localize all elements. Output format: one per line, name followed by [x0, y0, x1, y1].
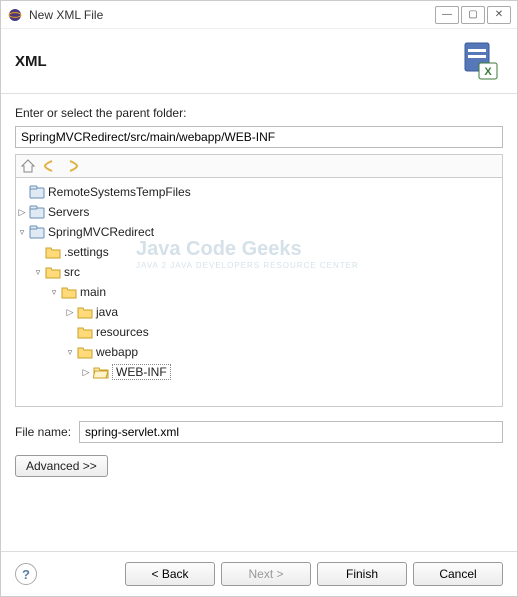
parent-folder-input[interactable]: [15, 126, 503, 148]
tree-node-label: main: [80, 285, 106, 299]
tree-node[interactable]: ▿ webapp: [16, 342, 502, 362]
folder-tree[interactable]: Java Code Geeks JAVA 2 JAVA DEVELOPERS R…: [15, 177, 503, 407]
folder-icon: [61, 284, 77, 300]
page-title: XML: [15, 53, 459, 70]
eclipse-icon: [7, 7, 23, 23]
tree-node-label: .settings: [64, 245, 109, 259]
dialog-header: XML X: [1, 29, 517, 94]
expander-icon[interactable]: ▿: [16, 227, 28, 238]
maximize-button[interactable]: ▢: [461, 6, 485, 24]
cancel-button[interactable]: Cancel: [413, 562, 503, 586]
dialog-content: Enter or select the parent folder: Java …: [1, 94, 517, 551]
project-icon: [29, 184, 45, 200]
file-name-input[interactable]: [79, 421, 503, 443]
expander-icon[interactable]: ▿: [48, 287, 60, 298]
tree-node[interactable]: .settings: [16, 242, 502, 262]
help-icon[interactable]: ?: [15, 563, 37, 585]
tree-node[interactable]: ▷ Servers: [16, 202, 502, 222]
back-arrow-icon[interactable]: [42, 158, 58, 174]
folder-icon: [93, 364, 109, 380]
tree-node[interactable]: ▿ SpringMVCRedirect: [16, 222, 502, 242]
tree-node-label: java: [96, 305, 118, 319]
tree-node[interactable]: ▿ src: [16, 262, 502, 282]
folder-icon: [77, 324, 93, 340]
folder-icon: [45, 264, 61, 280]
tree-node-label: webapp: [96, 345, 138, 359]
tree-node[interactable]: resources: [16, 322, 502, 342]
forward-arrow-icon[interactable]: [64, 158, 80, 174]
home-icon[interactable]: [20, 158, 36, 174]
tree-node[interactable]: RemoteSystemsTempFiles: [16, 182, 502, 202]
expander-icon[interactable]: ▷: [80, 367, 92, 378]
svg-text:X: X: [484, 66, 492, 78]
tree-node-label: resources: [96, 325, 149, 339]
folder-icon: [45, 244, 61, 260]
close-button[interactable]: ✕: [487, 6, 511, 24]
tree-node-label: WEB-INF: [112, 364, 171, 380]
folder-icon: [77, 344, 93, 360]
window-title: New XML File: [29, 8, 435, 22]
window-controls: — ▢ ✕: [435, 6, 511, 24]
tree-node-label: SpringMVCRedirect: [48, 225, 154, 239]
project-icon: [29, 204, 45, 220]
minimize-button[interactable]: —: [435, 6, 459, 24]
tree-toolbar: [15, 154, 503, 177]
button-bar: ? < Back Next > Finish Cancel: [1, 551, 517, 596]
tree-node[interactable]: ▿ main: [16, 282, 502, 302]
tree-node-label: RemoteSystemsTempFiles: [48, 185, 191, 199]
parent-folder-prompt: Enter or select the parent folder:: [15, 106, 503, 120]
tree-node[interactable]: ▷ java: [16, 302, 502, 322]
expander-icon[interactable]: ▿: [64, 347, 76, 358]
expander-icon[interactable]: ▷: [64, 307, 76, 318]
expander-icon[interactable]: ▿: [32, 267, 44, 278]
finish-button[interactable]: Finish: [317, 562, 407, 586]
advanced-button[interactable]: Advanced >>: [15, 455, 108, 477]
project-icon: [29, 224, 45, 240]
titlebar: New XML File — ▢ ✕: [1, 1, 517, 29]
expander-icon[interactable]: ▷: [16, 207, 28, 218]
folder-icon: [77, 304, 93, 320]
file-name-row: File name:: [15, 421, 503, 443]
tree-node-label: Servers: [48, 205, 89, 219]
xml-file-icon: X: [459, 39, 503, 83]
tree-node[interactable]: ▷ WEB-INF: [16, 362, 502, 382]
file-name-label: File name:: [15, 425, 71, 439]
back-button[interactable]: < Back: [125, 562, 215, 586]
next-button: Next >: [221, 562, 311, 586]
tree-node-label: src: [64, 265, 80, 279]
